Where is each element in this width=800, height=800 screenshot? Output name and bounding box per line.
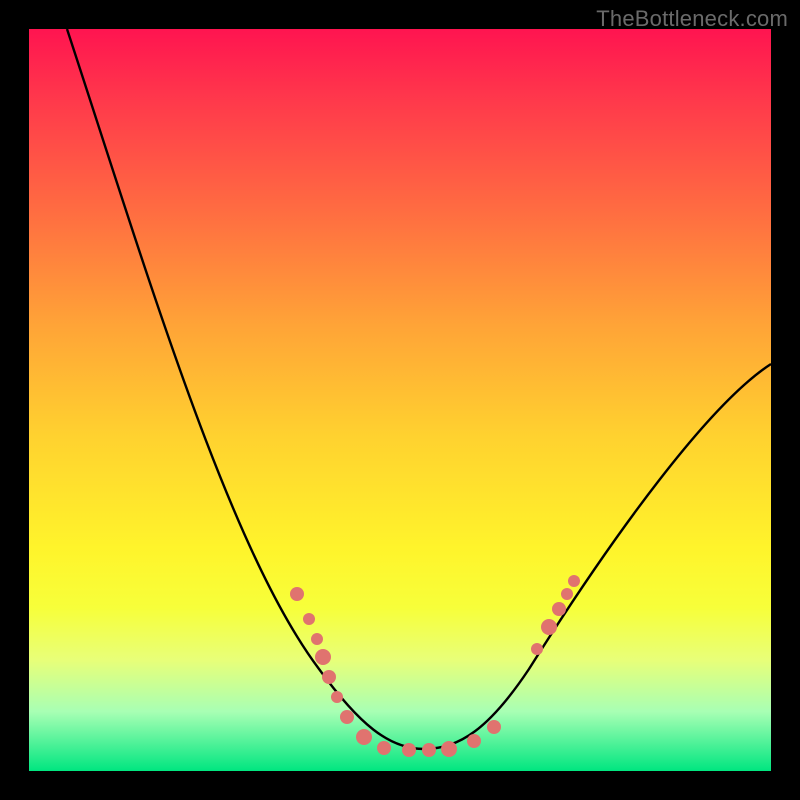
marker-dot [322,670,336,684]
bottleneck-curve [67,29,771,749]
marker-dot [331,691,343,703]
watermark-text: TheBottleneck.com [596,6,788,32]
marker-dot [441,741,457,757]
marker-dot [340,710,354,724]
marker-dot [402,743,416,757]
chart-svg [29,29,771,771]
marker-dot [552,602,566,616]
marker-dot [377,741,391,755]
marker-dot [422,743,436,757]
marker-dot [311,633,323,645]
marker-dot [290,587,304,601]
marker-dot [568,575,580,587]
marker-dot [467,734,481,748]
marker-dot [531,643,543,655]
marker-group [290,575,580,757]
marker-dot [303,613,315,625]
chart-area [29,29,771,771]
marker-dot [541,619,557,635]
marker-dot [356,729,372,745]
marker-dot [487,720,501,734]
marker-dot [561,588,573,600]
marker-dot [315,649,331,665]
